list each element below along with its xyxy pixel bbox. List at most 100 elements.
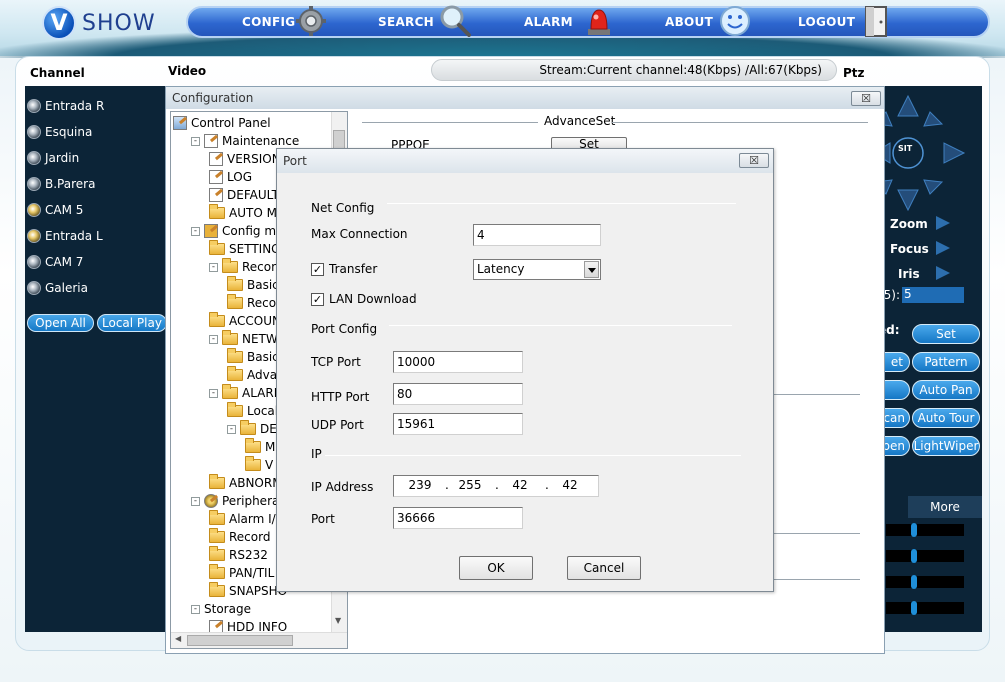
nav-logout[interactable]: LOGOUT xyxy=(798,8,855,36)
camera-icon xyxy=(27,255,41,269)
tree-item[interactable]: Local xyxy=(227,402,278,420)
zoom-arrow-icon[interactable] xyxy=(936,216,950,230)
tree-item-label: SETTING xyxy=(229,242,281,256)
tree-item[interactable]: PAN/TIL xyxy=(209,564,274,582)
door-icon[interactable] xyxy=(858,4,892,38)
close-icon[interactable]: ☒ xyxy=(739,153,769,168)
channel-item[interactable]: Jardin xyxy=(27,148,79,168)
slider-knob[interactable] xyxy=(911,549,917,563)
slider-knob[interactable] xyxy=(911,575,917,589)
nav-config[interactable]: CONFIG xyxy=(242,8,295,36)
ip-octet[interactable]: 42 xyxy=(552,478,588,492)
smiley-icon[interactable] xyxy=(718,4,752,38)
tree-item[interactable]: ACCOUN xyxy=(209,312,281,330)
tree-item-label: Reco xyxy=(247,296,277,310)
channel-item[interactable]: CAM 7 xyxy=(27,252,83,272)
tree-item[interactable]: Alarm I/C xyxy=(209,510,284,528)
folder-icon xyxy=(245,456,261,471)
nav-alarm-label: ALARM xyxy=(524,15,573,29)
expand-toggle-icon[interactable]: - xyxy=(209,388,218,398)
tree-item[interactable]: RS232 xyxy=(209,546,268,564)
tree-item[interactable]: V xyxy=(245,456,273,474)
tree-item[interactable]: VERSION xyxy=(209,150,281,168)
channel-item[interactable]: Esquina xyxy=(27,122,92,142)
tree-item[interactable]: ABNORM xyxy=(209,474,283,492)
slider-knob[interactable] xyxy=(911,601,917,615)
auto-pan-button[interactable]: Auto Pan xyxy=(912,380,980,400)
scrollbar-thumb[interactable] xyxy=(187,635,293,646)
udp-port-input[interactable]: 15961 xyxy=(393,413,523,435)
port-dialog-body: Net Config Max Connection 4 ✓ Transfer L… xyxy=(277,173,773,591)
tree-item[interactable]: M xyxy=(245,438,275,456)
tree-item[interactable]: DEFAULT xyxy=(209,186,279,204)
multicast-port-input[interactable]: 36666 xyxy=(393,507,523,529)
tree-item[interactable]: Reco xyxy=(227,294,276,312)
cancel-button[interactable]: Cancel xyxy=(567,556,641,580)
ip-octet[interactable]: 239 xyxy=(402,478,438,492)
color-slider[interactable] xyxy=(886,549,964,563)
tree-item[interactable]: Basic xyxy=(227,348,279,366)
transfer-mode-select[interactable]: Latency xyxy=(473,259,601,280)
tree-item[interactable]: AUTO M xyxy=(209,204,277,222)
tree-horizontal-scrollbar[interactable]: ◀ xyxy=(171,632,347,648)
slider-knob[interactable] xyxy=(911,523,917,537)
channel-item[interactable]: Entrada R xyxy=(27,96,104,116)
tree-item[interactable]: - ALARM xyxy=(209,384,284,402)
expand-toggle-icon[interactable]: - xyxy=(191,604,200,614)
ip-octet[interactable]: 42 xyxy=(502,478,538,492)
chevron-down-icon[interactable] xyxy=(584,261,599,278)
scroll-left-icon[interactable]: ◀ xyxy=(175,634,181,643)
light-wiper-button[interactable]: LightWiper xyxy=(912,436,980,456)
siren-icon[interactable] xyxy=(582,4,616,38)
color-slider[interactable] xyxy=(886,575,964,589)
auto-tour-button[interactable]: Auto Tour xyxy=(912,408,980,428)
tree-item[interactable]: Control Panel xyxy=(173,114,271,132)
channel-item[interactable]: Entrada L xyxy=(27,226,103,246)
color-slider[interactable] xyxy=(886,523,964,537)
transfer-checkbox[interactable]: ✓ xyxy=(311,263,324,276)
folder-icon xyxy=(209,528,225,543)
expand-toggle-icon[interactable]: - xyxy=(191,136,200,146)
channel-item[interactable]: Galeria xyxy=(27,278,88,298)
tree-item[interactable]: - Storage xyxy=(191,600,251,618)
color-slider[interactable] xyxy=(886,601,964,615)
expand-toggle-icon[interactable]: - xyxy=(209,334,218,344)
focus-arrow-icon[interactable] xyxy=(936,241,950,255)
magnifier-icon[interactable] xyxy=(438,4,472,38)
expand-toggle-icon[interactable]: - xyxy=(227,424,236,434)
ip-octet[interactable]: 255 xyxy=(452,478,488,492)
iris-arrow-icon[interactable] xyxy=(936,266,950,280)
tree-item[interactable]: Record xyxy=(209,528,270,546)
document-icon xyxy=(209,170,223,184)
set-button[interactable]: Set xyxy=(912,324,980,344)
tree-item[interactable]: LOG xyxy=(209,168,252,186)
tree-item[interactable]: Basic xyxy=(227,276,279,294)
open-all-button[interactable]: Open All xyxy=(27,314,94,332)
tree-item[interactable]: - Peripherals xyxy=(191,492,289,510)
expand-toggle-icon[interactable]: - xyxy=(209,262,218,272)
channel-item[interactable]: B.Parera xyxy=(27,174,95,194)
tree-item-label: Adva xyxy=(247,368,278,382)
tcp-port-input[interactable]: 10000 xyxy=(393,351,523,373)
nav-alarm[interactable]: ALARM xyxy=(524,8,573,36)
close-icon[interactable]: ☒ xyxy=(851,91,881,106)
local-play-button[interactable]: Local Play xyxy=(97,314,167,332)
nav-search[interactable]: SEARCH xyxy=(378,8,434,36)
tab-more[interactable]: More xyxy=(908,496,982,518)
speed-value[interactable]: 5 xyxy=(902,287,964,303)
ptz-center-label[interactable]: SIT xyxy=(898,144,912,153)
channel-item[interactable]: CAM 5 xyxy=(27,200,83,220)
http-port-input[interactable]: 80 xyxy=(393,383,523,405)
lan-download-checkbox[interactable]: ✓ xyxy=(311,293,324,306)
max-connection-input[interactable]: 4 xyxy=(473,224,601,246)
gear-icon[interactable] xyxy=(294,4,328,38)
tree-item[interactable]: Adva xyxy=(227,366,277,384)
tree-item[interactable]: SETTING xyxy=(209,240,280,258)
expand-toggle-icon[interactable]: - xyxy=(191,226,200,236)
expand-toggle-icon[interactable]: - xyxy=(191,496,200,506)
pattern-button[interactable]: Pattern xyxy=(912,352,980,372)
nav-about[interactable]: ABOUT xyxy=(665,8,713,36)
scroll-down-icon[interactable]: ▼ xyxy=(335,616,341,625)
ip-address-input[interactable]: 239 . 255 . 42 . 42 xyxy=(393,475,599,497)
ok-button[interactable]: OK xyxy=(459,556,533,580)
